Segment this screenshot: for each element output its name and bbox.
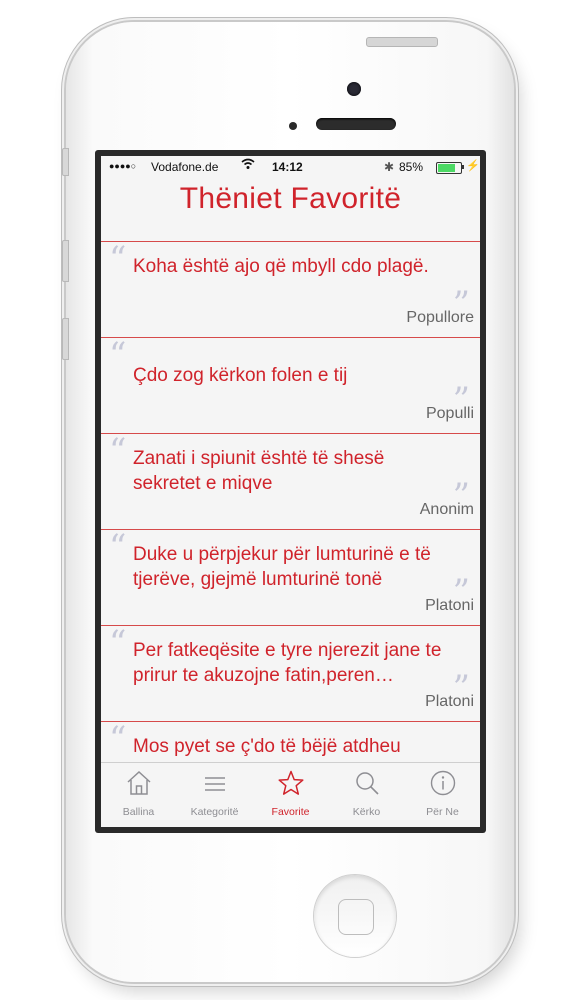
status-bar: ●●●●○ Vodafone.de 14:12 ✱ 85% ⚡ bbox=[101, 156, 480, 178]
front-camera bbox=[347, 82, 361, 96]
open-quote-icon: “ bbox=[109, 527, 127, 567]
tab-favorite[interactable]: Favorite bbox=[253, 763, 328, 827]
quote-item[interactable]: “ Koha është ajo që mbyll cdo plagë. ” P… bbox=[101, 242, 480, 338]
tab-label: Kategoritë bbox=[190, 806, 239, 818]
star-icon bbox=[278, 770, 304, 795]
app-display: ●●●●○ Vodafone.de 14:12 ✱ 85% ⚡ Thëniet … bbox=[101, 156, 480, 827]
open-quote-icon: “ bbox=[109, 719, 127, 759]
proximity-sensor bbox=[289, 122, 297, 130]
carrier-name: Vodafone.de bbox=[151, 160, 219, 174]
home-button-icon bbox=[338, 899, 374, 935]
list-icon bbox=[205, 777, 225, 791]
quote-author: Platoni bbox=[425, 597, 474, 614]
info-icon bbox=[430, 770, 456, 796]
volume-down-button bbox=[62, 318, 69, 360]
tab-label: Favorite bbox=[271, 806, 310, 818]
tab-label: Për Ne bbox=[426, 806, 459, 818]
tab-per-ne[interactable]: Për Ne bbox=[405, 763, 480, 827]
tab-kerko[interactable]: Kërko bbox=[329, 763, 404, 827]
volume-up-button bbox=[62, 240, 69, 282]
open-quote-icon: “ bbox=[109, 335, 127, 375]
quote-author: Popullore bbox=[406, 309, 474, 326]
quote-text: Zanati i spiunit është të shesë sekretet… bbox=[133, 448, 385, 494]
quote-item[interactable]: “ Per fatkeqësite e tyre njerezit jane t… bbox=[101, 623, 480, 722]
tab-label: Kërko bbox=[352, 806, 381, 818]
bluetooth-icon: ✱ bbox=[384, 160, 395, 174]
page-title: Thëniet Favoritë bbox=[179, 182, 402, 215]
mute-switch bbox=[62, 148, 69, 176]
favorites-list[interactable]: “ Koha është ajo që mbyll cdo plagë. ” P… bbox=[101, 242, 480, 762]
quote-text: Per fatkeqësite e tyre njerezit jane te … bbox=[133, 640, 442, 686]
tab-kategorite[interactable]: Kategoritë bbox=[177, 763, 252, 827]
open-quote-icon: “ bbox=[109, 431, 127, 471]
quote-item[interactable]: “ Mos pyet se ç'do të bëjë atdheu bbox=[101, 719, 480, 762]
house-icon bbox=[127, 770, 151, 795]
quote-text: Çdo zog kërkon folen e tij bbox=[133, 365, 348, 386]
quote-text: Duke u përpjekur për lumturinë e të tjer… bbox=[133, 544, 431, 590]
quote-author: Anonim bbox=[419, 501, 474, 518]
earpiece-speaker bbox=[316, 118, 396, 130]
battery-tip bbox=[462, 165, 464, 169]
open-quote-icon: “ bbox=[109, 242, 127, 279]
quote-text: Mos pyet se ç'do të bëjë atdheu bbox=[133, 736, 401, 757]
screen: ●●●●○ Vodafone.de 14:12 ✱ 85% ⚡ Thëniet … bbox=[95, 150, 486, 833]
wifi-icon bbox=[241, 158, 255, 173]
tab-ballina[interactable]: Ballina bbox=[101, 763, 176, 827]
clock: 14:12 bbox=[272, 160, 303, 174]
battery-icon bbox=[436, 162, 462, 174]
tab-label: Ballina bbox=[122, 806, 155, 818]
charging-icon: ⚡ bbox=[466, 160, 480, 172]
search-icon bbox=[356, 772, 379, 795]
quote-item[interactable]: “ Çdo zog kërkon folen e tij ” Populli bbox=[101, 335, 480, 434]
tab-bar: Ballina Kategoritë Favorite Kërko Për Ne bbox=[101, 762, 480, 827]
quote-author: Populli bbox=[425, 405, 474, 422]
quote-author: Platoni bbox=[425, 693, 474, 710]
quote-item[interactable]: “ Duke u përpjekur për lumturinë e të tj… bbox=[101, 527, 480, 626]
quote-item[interactable]: “ Zanati i spiunit është të shesë sekret… bbox=[101, 431, 480, 530]
signal-strength: ●●●●○ bbox=[109, 161, 137, 171]
power-button bbox=[366, 37, 438, 47]
quote-text: Koha është ajo që mbyll cdo plagë. bbox=[133, 256, 429, 277]
battery-percentage: 85% bbox=[399, 160, 424, 174]
open-quote-icon: “ bbox=[109, 623, 127, 663]
